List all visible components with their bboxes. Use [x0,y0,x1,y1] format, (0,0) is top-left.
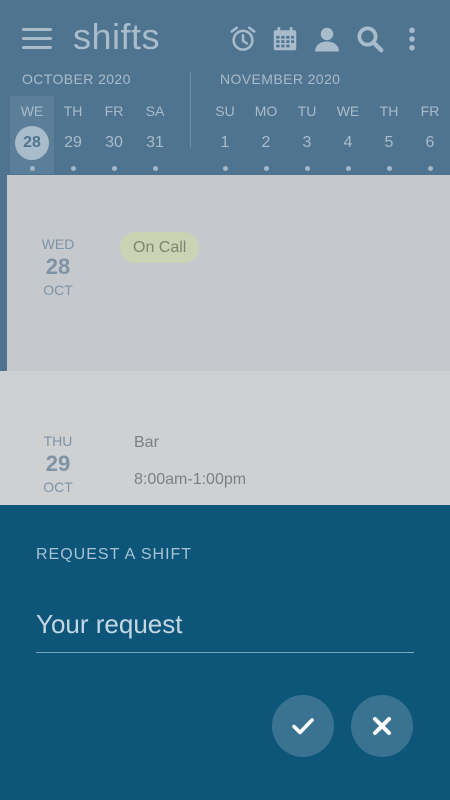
shift-indicator-dot [345,166,351,171]
confirm-button[interactable] [272,695,334,757]
shift-date: WED 28 OCT [28,236,88,298]
cancel-button[interactable] [351,695,413,757]
day-cell[interactable]: SU 1 [203,96,247,174]
day-name: WE [336,103,360,119]
menu-icon[interactable] [22,28,52,50]
day-number: 28 [15,126,49,160]
person-icon[interactable] [312,24,342,54]
shift-time: 8:00am-1:00pm [134,471,247,488]
day-name: SA [145,103,165,119]
shift-row-wed-28[interactable]: WED 28 OCT On Call [0,175,450,371]
close-icon [373,717,391,735]
day-number: 6 [425,134,435,151]
more-vert-icon[interactable] [397,24,427,54]
shift-indicator-dot [263,166,269,171]
day-cell[interactable]: TU 3 [285,96,329,174]
day-number: 5 [384,134,394,151]
shift-indicator-dot [29,166,35,171]
shift-month: OCT [43,479,73,495]
shift-day-number: 28 [45,254,71,279]
day-number: 2 [261,134,271,151]
month-label-october: OCTOBER 2020 [22,71,131,87]
day-number: 30 [105,134,123,151]
month-label-november: NOVEMBER 2020 [220,71,341,87]
day-cell[interactable]: MO 2 [244,96,288,174]
app-title: shifts [73,16,161,57]
day-name: FR [104,103,124,119]
shift-row-thu-29[interactable]: THU 29 OCT Bar 8:00am-1:00pm [0,371,450,505]
day-cell[interactable]: TH 5 [367,96,411,174]
shift-name: Bar [134,434,159,451]
day-number: 31 [146,134,164,151]
shift-month: OCT [43,282,73,298]
shift-day-number: 29 [45,451,71,476]
month-divider [190,72,191,148]
day-cell[interactable]: SA 31 [133,96,177,174]
calendar-icon[interactable] [270,24,300,54]
day-name: MO [254,103,278,119]
request-input[interactable] [36,597,414,653]
shift-weekday: WED [41,236,75,252]
day-cell[interactable]: FR 6 [408,96,450,174]
sheet-title: REQUEST A SHIFT [36,546,193,563]
day-name: TU [297,103,317,119]
day-cell[interactable]: WE 28 [10,96,54,174]
toolbar: shifts [0,0,450,72]
day-number: 1 [220,134,230,151]
shift-indicator-dot [152,166,158,171]
day-number: 29 [64,134,82,151]
shift-indicator-dot [304,166,310,171]
app-header: shifts OCTOBER 2020 NOVEMBER 2020 WE 28 TH… [0,0,450,175]
request-shift-sheet: REQUEST A SHIFT [0,505,450,800]
day-number: 4 [343,134,353,151]
day-name: FR [420,103,440,119]
search-icon[interactable] [355,24,385,54]
shift-list: WED 28 OCT On Call THU 29 OCT Bar 8:00am… [0,175,450,505]
check-icon [292,718,314,735]
on-call-badge[interactable]: On Call [120,232,200,263]
shift-indicator-dot [427,166,433,171]
day-number: 3 [302,134,312,151]
day-name: WE [20,103,44,119]
shift-indicator-dot [222,166,228,171]
shift-indicator-dot [70,166,76,171]
day-cell[interactable]: TH 29 [51,96,95,174]
day-cell[interactable]: WE 4 [326,96,370,174]
day-name: SU [215,103,235,119]
shift-indicator-dot [111,166,117,171]
day-name: TH [379,103,399,119]
day-cell[interactable]: FR 30 [92,96,136,174]
alarm-icon[interactable] [228,24,258,54]
shift-indicator-dot [386,166,392,171]
selected-day-accent [0,175,7,371]
shift-date: THU 29 OCT [28,433,88,495]
day-name: TH [63,103,83,119]
shift-weekday: THU [43,433,73,449]
